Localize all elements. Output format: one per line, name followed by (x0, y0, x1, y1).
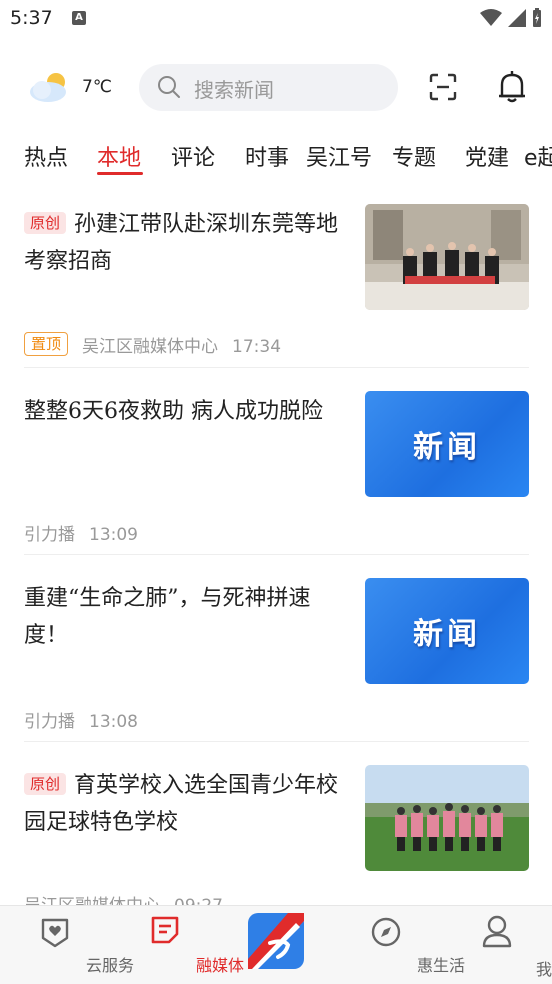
article-thumbnail: 新闻 (365, 391, 529, 497)
tab-wujiang-hao[interactable]: 吴江号 (306, 140, 372, 172)
wifi-icon (480, 9, 502, 26)
article-meta: 引力播 13:09 (24, 520, 152, 545)
app-logo-icon (248, 913, 304, 969)
divider (24, 554, 529, 555)
list-item[interactable]: 原创 孙建江带队赴深圳东莞等地考察招商 置顶 吴江区融媒体中心 17:34 (0, 204, 552, 369)
article-title: 整整6天6夜救助 病人成功脱险 (24, 399, 323, 424)
person-icon (482, 915, 512, 948)
article-source: 吴江区融媒体中心 (82, 337, 219, 357)
tab-e-qi[interactable]: e起 (524, 140, 552, 172)
tab-local[interactable]: 本地 (97, 140, 141, 172)
tab-party[interactable]: 党建 (465, 140, 509, 172)
divider (24, 367, 529, 368)
notification-icon: A (72, 11, 86, 25)
article-time: 17:34 (232, 337, 282, 357)
document-icon (151, 916, 179, 944)
bell-icon[interactable] (497, 70, 527, 104)
article-thumbnail: 新闻 (365, 578, 529, 684)
news-thumb-label: 新闻 (413, 430, 481, 465)
original-badge: 原创 (24, 212, 67, 234)
heart-shield-icon (41, 918, 69, 948)
temperature: 7℃ (82, 77, 112, 97)
article-time: 13:08 (89, 712, 138, 732)
pinned-badge: 置顶 (24, 332, 69, 356)
nav-label: 我的 (535, 960, 552, 979)
tab-hot[interactable]: 热点 (24, 140, 68, 172)
category-tabs: 热点 本地 评论 时事 吴江号 专题 党建 e起 (0, 130, 552, 180)
status-time: 5:37 (10, 7, 53, 29)
nav-label: 云服务 (85, 956, 134, 975)
weather-icon[interactable] (28, 70, 72, 108)
list-item[interactable]: 整整6天6夜救助 病人成功脱险 新闻 引力播 13:09 (0, 391, 552, 551)
article-meta: 置顶 吴江区融媒体中心 17:34 (24, 332, 295, 357)
nav-label: 惠生活 (416, 956, 465, 975)
compass-icon (371, 917, 401, 947)
article-meta: 引力播 13:08 (24, 707, 152, 732)
active-tab-indicator (97, 172, 143, 175)
signal-icon (508, 9, 526, 27)
article-title: 重建“生命之肺”，与死神拼速度！ (24, 586, 311, 648)
tab-current-affairs[interactable]: 时事 (245, 140, 289, 172)
search-placeholder: 搜索新闻 (194, 78, 274, 102)
battery-icon (533, 8, 541, 27)
list-item[interactable]: 原创育英学校入选全国青少年校园足球特色学校 吴江区融媒体中心09:27 (0, 765, 552, 916)
article-source: 引力播 (24, 525, 75, 545)
tab-comment[interactable]: 评论 (171, 140, 215, 172)
search-icon (158, 76, 180, 98)
article-title: 原创 育英学校入选全国青少年校园足球特色学校 (24, 773, 339, 835)
article-title: 原创 孙建江带队赴深圳东莞等地考察招商 (24, 212, 339, 274)
article-thumbnail (365, 204, 529, 310)
list-item[interactable]: 重建“生命之肺”，与死神拼速度！ 新闻 引力播 13:08 (0, 578, 552, 738)
original-badge: 原创 (24, 773, 67, 795)
status-indicators (480, 8, 542, 28)
divider (24, 741, 529, 742)
status-bar: 5:37 A (0, 0, 552, 40)
article-source: 引力播 (24, 712, 75, 732)
tab-special[interactable]: 专题 (392, 140, 436, 172)
scan-icon[interactable] (428, 72, 458, 102)
article-time: 13:09 (89, 525, 138, 545)
article-thumbnail (365, 765, 529, 871)
bottom-nav: 云服务 融媒体 惠生活 我的 (0, 905, 552, 984)
news-thumb-label: 新闻 (413, 617, 481, 652)
